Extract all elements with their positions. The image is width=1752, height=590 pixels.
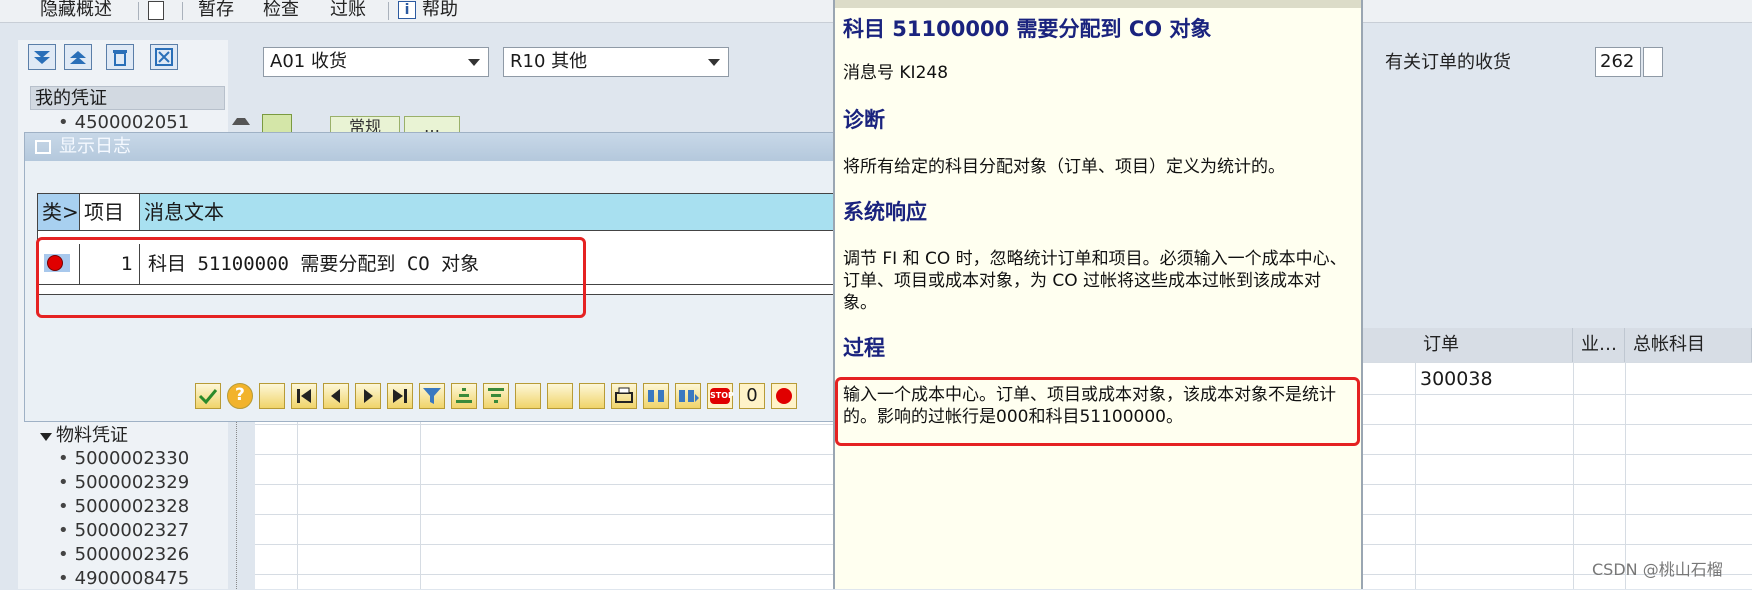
info-icon[interactable]: i	[398, 1, 416, 19]
help-title: 科目 51100000 需要分配到 CO 对象	[843, 17, 1212, 41]
reference-select[interactable]: R10 其他	[503, 47, 729, 77]
log-row-highlight	[36, 237, 586, 318]
help-button[interactable]: ?	[227, 383, 253, 409]
menu-hide-overview[interactable]: 隐藏概述	[40, 0, 112, 20]
first-page-icon[interactable]	[291, 383, 317, 409]
procedure-heading: 过程	[843, 336, 885, 360]
close-icon	[155, 48, 173, 66]
stop-count: 0	[739, 383, 765, 409]
menu-separator	[182, 2, 183, 20]
scroll-up-icon[interactable]	[232, 118, 250, 125]
reference-select-value: R10 其他	[510, 51, 588, 72]
collapse-icon	[70, 51, 86, 64]
column-header-business-area[interactable]: 业…	[1573, 328, 1625, 362]
column-header-type[interactable]: 类>	[38, 194, 80, 230]
layout-change-icon[interactable]	[547, 383, 573, 409]
action-select[interactable]: A01 收货	[263, 47, 489, 77]
nav-document-number[interactable]: 5000002329	[58, 472, 190, 494]
tree-expand-icon	[40, 433, 52, 441]
nav-document-number[interactable]: 4500002051	[58, 112, 190, 134]
expand-icon	[34, 51, 50, 64]
collapse-all-button[interactable]	[64, 44, 92, 70]
splitter-handle[interactable]	[236, 400, 241, 589]
message-help-popup: 科目 51100000 需要分配到 CO 对象 消息号 KI248 诊断 将所有…	[833, 0, 1363, 589]
layout-icon[interactable]	[515, 383, 541, 409]
previous-page-icon[interactable]	[323, 383, 349, 409]
material-documents-label: 物料凭证	[56, 425, 128, 446]
movement-type-extra-field[interactable]	[1643, 47, 1663, 77]
procedure-highlight	[835, 377, 1360, 446]
sort-descending-icon[interactable]	[483, 383, 509, 409]
find-next-icon[interactable]	[675, 383, 701, 409]
nav-document-number[interactable]: 4900008475	[58, 568, 190, 590]
delete-button[interactable]	[106, 44, 134, 70]
menu-check[interactable]: 检查	[263, 0, 299, 20]
column-header-gl-account[interactable]: 总帐科目	[1625, 328, 1752, 362]
nav-document-number[interactable]: 5000002326	[58, 544, 190, 566]
nav-document-number[interactable]: 5000002330	[58, 448, 190, 470]
movement-type-label: 有关订单的收货	[1385, 52, 1511, 73]
nav-document-number[interactable]: 5000002328	[58, 496, 190, 518]
detail-icon[interactable]	[259, 383, 285, 409]
next-page-icon[interactable]	[355, 383, 381, 409]
layout-save-icon[interactable]	[579, 383, 605, 409]
menu-separator	[138, 2, 139, 20]
dialog-titlebar[interactable]: 显示日志	[25, 133, 840, 161]
menu-help[interactable]: 帮助	[422, 0, 458, 20]
nav-document-number[interactable]: 5000002327	[58, 520, 190, 542]
window-icon	[35, 140, 51, 154]
find-icon[interactable]	[643, 383, 669, 409]
menu-hold[interactable]: 暂存	[198, 0, 234, 20]
order-cell[interactable]: 300038	[1420, 366, 1493, 392]
last-page-icon[interactable]	[387, 383, 413, 409]
menu-separator	[388, 2, 389, 20]
expand-all-button[interactable]	[28, 44, 56, 70]
confirm-button[interactable]	[195, 383, 221, 409]
movement-type-field[interactable]: 262	[1595, 47, 1641, 77]
print-icon[interactable]	[611, 383, 637, 409]
diagnosis-heading: 诊断	[843, 108, 885, 132]
watermark: CSDN @桃山石榴	[1592, 560, 1723, 579]
system-response-text: 调节 FI 和 CO 时，忽略统计订单和项目。必须输入一个成本中心、订单、项目或…	[843, 249, 1347, 313]
dialog-title: 显示日志	[59, 136, 131, 157]
message-number: 消息号 KI248	[843, 63, 949, 83]
system-response-heading: 系统响应	[843, 200, 927, 224]
diagnosis-text: 将所有给定的科目分配对象（订单、项目）定义为统计的。	[843, 157, 1285, 177]
trash-icon	[113, 50, 127, 66]
material-documents-header[interactable]: 物料凭证	[40, 425, 128, 447]
action-select-value: A01 收货	[270, 51, 347, 72]
log-toolbar: ? STOP 0	[195, 383, 845, 417]
column-header-item[interactable]: 项目	[80, 194, 140, 230]
stop-filter-button[interactable]: STOP	[707, 383, 734, 409]
popup-toolbar-edge	[835, 0, 1361, 8]
column-header-order[interactable]: 订单	[1415, 328, 1573, 362]
error-filter-button[interactable]	[771, 383, 797, 409]
sort-ascending-icon[interactable]	[451, 383, 477, 409]
chevron-down-icon	[468, 59, 480, 66]
filter-icon[interactable]	[419, 383, 445, 409]
header-divider	[38, 230, 839, 231]
chevron-down-icon	[708, 59, 720, 66]
menu-post[interactable]: 过账	[330, 0, 366, 20]
column-header-message-text[interactable]: 消息文本	[140, 194, 839, 230]
close-tree-button[interactable]	[150, 44, 178, 70]
my-documents-header[interactable]: 我的凭证	[30, 86, 225, 110]
new-document-icon[interactable]	[148, 1, 164, 20]
